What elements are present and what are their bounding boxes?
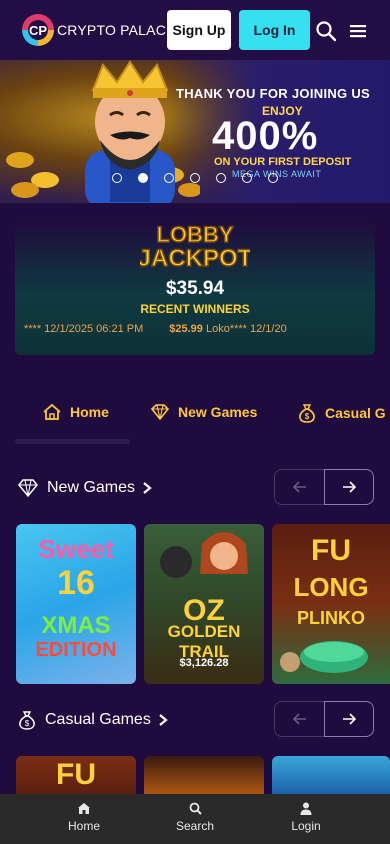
jackpot-logo-line1: LOBBY — [157, 222, 234, 247]
next-button[interactable] — [324, 469, 374, 505]
carousel-dot[interactable] — [268, 173, 278, 183]
search-icon — [189, 802, 202, 815]
svg-text:$: $ — [25, 719, 30, 728]
category-nav-scrollbar[interactable] — [15, 439, 130, 444]
money-bag-icon: $ — [299, 404, 315, 423]
logo[interactable]: CP CRYPTO PALACE — [22, 14, 176, 46]
game-tile-casual[interactable] — [144, 756, 264, 796]
banner-line-thanks: THANK YOU FOR JOINING US — [176, 86, 371, 101]
bottom-nav-home[interactable]: Home — [44, 802, 124, 833]
game-title-line: XMAS — [41, 612, 111, 639]
category-new-games[interactable]: New Games — [150, 403, 257, 421]
game-title-line: GOLDEN TRAIL — [167, 622, 241, 661]
lobby-jackpot-panel: LOBBY JACKPOT $35.94 RECENT WINNERS ****… — [15, 220, 375, 355]
bottom-nav-search-label: Search — [175, 819, 215, 833]
game-title-line: LONG — [293, 572, 369, 602]
game-tile-sweet16[interactable]: Sweet 16 XMAS EDITION — [16, 524, 136, 684]
bottom-nav-home-label: Home — [67, 819, 100, 833]
game-tile-casual[interactable] — [272, 756, 390, 796]
bottom-nav-search[interactable]: Search — [155, 802, 235, 833]
category-home-label: Home — [70, 404, 109, 420]
game-title-line: FU — [311, 534, 351, 567]
header: CP CRYPTO PALACE Sign Up Log In — [0, 0, 390, 60]
game-tile-fu-long-plinko[interactable]: FU LONG PLINKO — [272, 524, 390, 684]
logo-text: CRYPTO PALACE — [57, 22, 176, 38]
lobby-jackpot-logo: LOBBY JACKPOT — [140, 221, 250, 272]
carousel-dots — [112, 173, 278, 183]
logo-mark-text: CP — [28, 22, 48, 38]
new-games-title: New Games — [47, 479, 136, 496]
game-tile-casual[interactable]: FU — [16, 756, 136, 796]
diamond-icon — [150, 404, 170, 421]
svg-text:$: $ — [305, 412, 310, 421]
game-tile-oz-golden-trail[interactable]: OZ GOLDEN TRAIL $3,126.28 — [144, 524, 264, 684]
jackpot-amount: $35.94 — [165, 278, 225, 299]
prev-button[interactable] — [274, 469, 324, 505]
logo-mark: CP — [22, 14, 54, 46]
carousel-dot-active[interactable] — [138, 173, 148, 183]
next-button[interactable] — [324, 701, 374, 737]
new-games-heading[interactable]: New Games — [17, 478, 153, 498]
arrow-right-icon — [343, 481, 356, 493]
treasure-pot-illustration — [280, 641, 368, 673]
hamburger-menu-icon[interactable] — [348, 20, 370, 42]
category-casual-games[interactable]: $ Casual G — [297, 403, 386, 423]
carousel-dot[interactable] — [164, 173, 174, 183]
carousel-dot[interactable] — [242, 173, 252, 183]
chevron-right-icon — [159, 714, 168, 726]
game-title-line: PLINKO — [296, 608, 365, 628]
game-title-line: Sweet — [38, 534, 114, 564]
casual-games-title: Casual Games — [45, 711, 151, 728]
arrow-left-icon — [292, 713, 306, 725]
new-games-pager — [274, 469, 374, 505]
search-icon[interactable] — [315, 20, 337, 42]
money-bag-icon: $ — [19, 711, 35, 730]
casual-games-heading[interactable]: $ Casual Games — [17, 710, 169, 730]
winner-amount: $25.99 — [169, 323, 203, 335]
winners-ticker: **** 12/1/2025 06:21 PM $25.99 Loko**** 1… — [24, 323, 313, 335]
arrow-left-icon — [292, 481, 306, 493]
bottom-nav-login-label: Login — [291, 819, 321, 833]
carousel-dot[interactable] — [190, 173, 200, 183]
bottom-nav: Home Search Login — [0, 794, 390, 844]
category-casual-label: Casual G — [325, 405, 386, 421]
signup-button[interactable]: Sign Up — [167, 10, 231, 50]
game-title-line: FU — [56, 758, 96, 791]
bottom-nav-login[interactable]: Login — [266, 802, 346, 833]
arrow-right-icon — [343, 713, 356, 725]
prev-button[interactable] — [274, 701, 324, 737]
jackpot-logo-line2: JACKPOT — [140, 245, 250, 272]
oz-characters-illustration — [160, 532, 248, 578]
user-icon — [300, 802, 312, 815]
category-new-games-label: New Games — [178, 404, 258, 420]
diamond-icon — [18, 479, 38, 498]
home-icon — [78, 803, 90, 814]
banner-line-deposit: ON YOUR FIRST DEPOSIT — [214, 156, 352, 168]
game-title-line: EDITION — [35, 639, 117, 661]
logo-word-crypto: CRYPTO — [57, 22, 117, 38]
game-jackpot-amount: $3,126.28 — [179, 657, 229, 669]
winner-entry: **** 12/1/2025 06:21 PM — [24, 323, 144, 335]
login-button[interactable]: Log In — [239, 10, 310, 50]
casual-games-pager — [274, 701, 374, 737]
category-nav: Home New Games $ Casual G — [0, 403, 390, 427]
category-home[interactable]: Home — [42, 403, 109, 421]
banner-line-percent: 400% — [212, 114, 319, 158]
game-title-line: 16 — [57, 564, 95, 602]
carousel-dot[interactable] — [112, 173, 122, 183]
home-icon — [43, 403, 61, 420]
winner-entry: Loko**** 12/1/20 — [202, 323, 287, 335]
recent-winners-label: RECENT WINNERS — [140, 302, 250, 316]
promo-banner[interactable]: THANK YOU FOR JOINING US ENJOY 400% ON Y… — [0, 60, 390, 203]
carousel-dot[interactable] — [216, 173, 226, 183]
chevron-right-icon — [143, 482, 152, 494]
